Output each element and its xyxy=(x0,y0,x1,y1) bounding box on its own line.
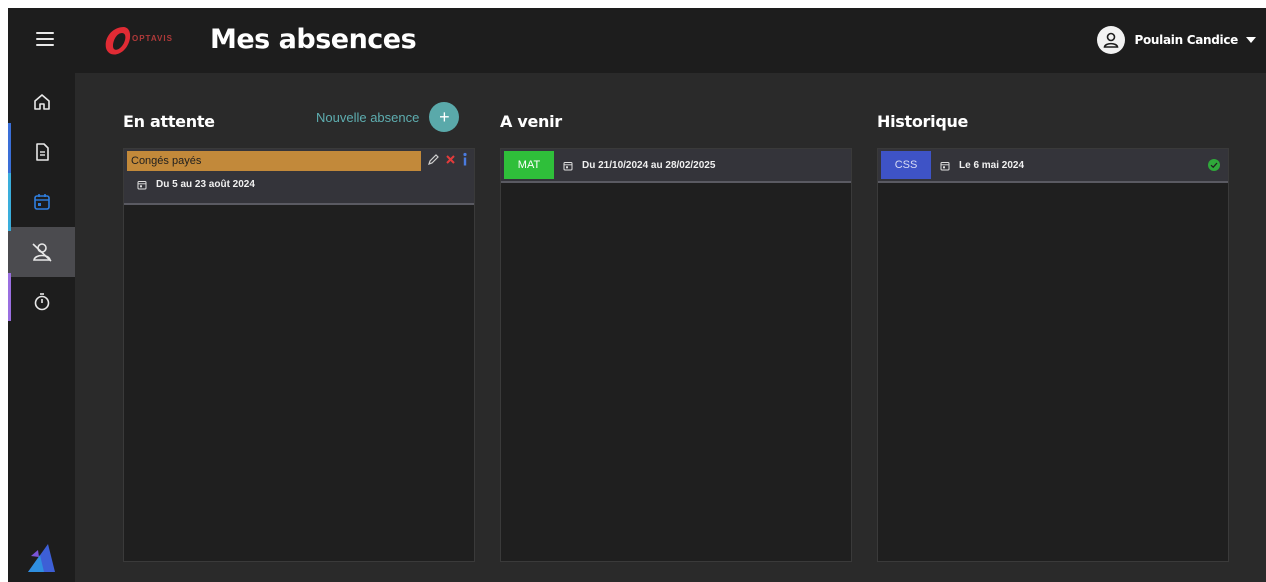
user-menu[interactable]: Poulain Candice xyxy=(1097,26,1256,54)
menu-icon[interactable] xyxy=(36,32,54,48)
absence-date-text: Du 5 au 23 août 2024 xyxy=(156,179,255,190)
upcoming-card[interactable]: MAT Du 21/10/2024 au 28/02/2025 xyxy=(501,149,851,183)
document-icon xyxy=(35,143,49,161)
delete-icon[interactable] xyxy=(445,154,456,165)
page-title: Mes absences xyxy=(210,24,417,55)
home-icon xyxy=(33,94,50,110)
history-title: Historique xyxy=(877,112,969,131)
edit-icon[interactable] xyxy=(426,153,440,167)
brand-triangle-icon xyxy=(28,544,55,572)
pending-panel: Congés payés Du 5 au 23 août 2024 xyxy=(123,148,475,562)
optavis-logo-mark xyxy=(105,27,131,55)
sidebar-accent-blue xyxy=(8,123,11,173)
absence-date-text: Du 21/10/2024 au 28/02/2025 xyxy=(582,160,716,171)
calendar-small-icon xyxy=(940,161,950,170)
sidebar-item-timer[interactable] xyxy=(8,277,75,327)
pending-title: En attente xyxy=(123,112,215,131)
upcoming-title: A venir xyxy=(500,112,562,131)
absence-date: Du 21/10/2024 au 28/02/2025 xyxy=(563,160,715,171)
history-card[interactable]: CSS Le 6 mai 2024 xyxy=(878,149,1228,183)
app-window: OPTAVIS Mes absences Poulain Candice En … xyxy=(8,8,1266,582)
sidebar-item-home[interactable] xyxy=(8,77,75,127)
absence-date: Du 5 au 23 août 2024 xyxy=(137,179,255,190)
new-absence-label: Nouvelle absence xyxy=(316,109,420,125)
absence-code-chip: MAT xyxy=(504,151,554,179)
user-name: Poulain Candice xyxy=(1134,33,1238,47)
sidebar xyxy=(8,73,75,582)
absence-type-chip: Congés payés xyxy=(127,151,421,171)
plus-icon: + xyxy=(429,102,460,132)
avatar-icon xyxy=(1097,26,1126,54)
absence-code-chip: CSS xyxy=(881,151,931,179)
optavis-logo: OPTAVIS xyxy=(102,24,196,58)
sidebar-accent-cyan xyxy=(8,173,11,231)
absence-date: Le 6 mai 2024 xyxy=(940,160,1024,171)
sidebar-item-calendar[interactable] xyxy=(8,177,75,227)
history-panel: CSS Le 6 mai 2024 xyxy=(877,148,1229,562)
validated-check-icon xyxy=(1208,159,1220,171)
logo-text: OPTAVIS xyxy=(132,34,173,43)
sidebar-item-absences[interactable] xyxy=(8,227,75,277)
user-off-icon xyxy=(31,243,52,262)
absence-date-text: Le 6 mai 2024 xyxy=(959,160,1025,171)
stopwatch-icon xyxy=(34,293,49,311)
upcoming-panel: MAT Du 21/10/2024 au 28/02/2025 xyxy=(500,148,852,562)
info-icon[interactable] xyxy=(461,152,469,167)
calendar-small-icon xyxy=(563,161,573,170)
pending-card[interactable]: Congés payés Du 5 au 23 août 2024 xyxy=(124,149,474,205)
sidebar-accent-purple xyxy=(8,273,11,321)
top-bar: OPTAVIS Mes absences Poulain Candice xyxy=(8,8,1266,73)
new-absence-button[interactable]: Nouvelle absence + xyxy=(316,102,460,132)
sidebar-item-documents[interactable] xyxy=(8,127,75,177)
chevron-down-icon xyxy=(1246,37,1256,43)
calendar-small-icon xyxy=(137,180,147,189)
calendar-icon xyxy=(33,194,50,210)
